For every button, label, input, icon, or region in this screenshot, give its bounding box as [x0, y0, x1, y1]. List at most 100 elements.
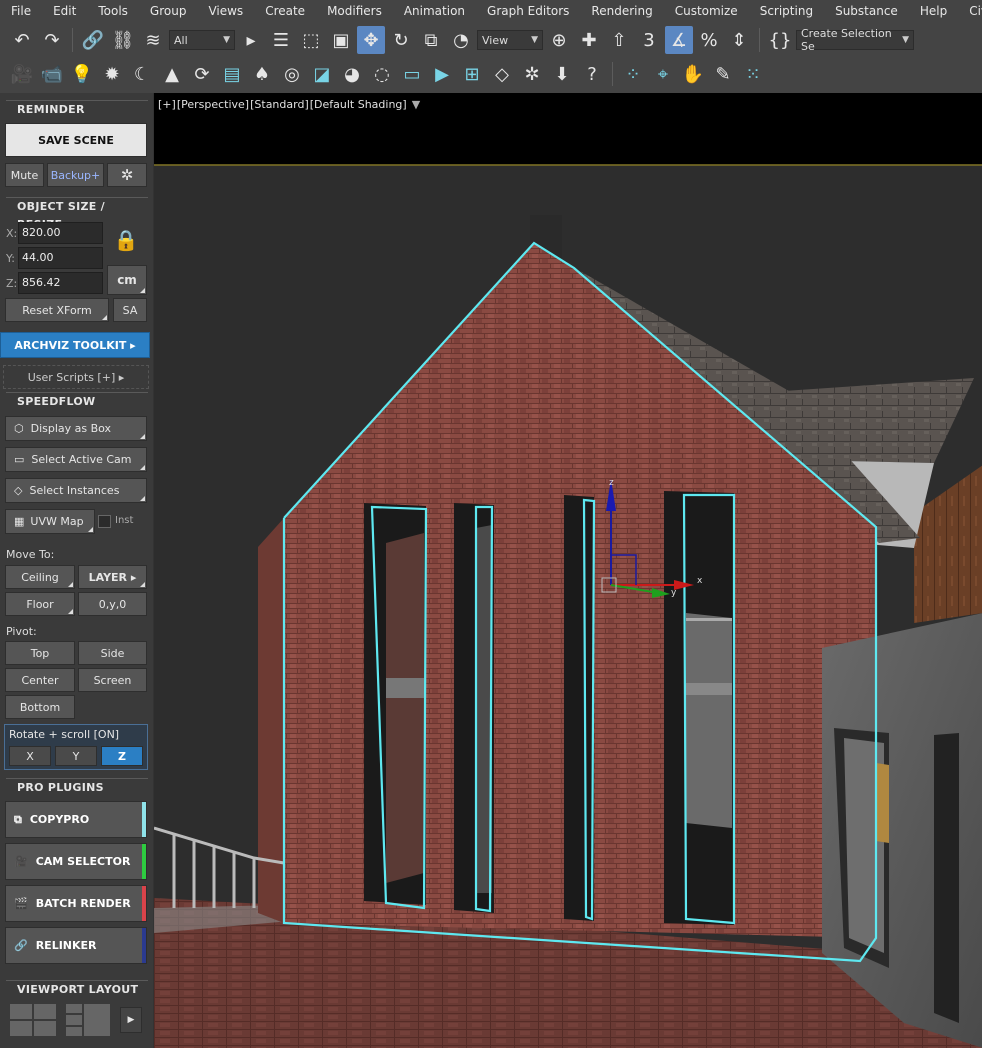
user-scripts-button[interactable]: User Scripts [+] ▸	[3, 365, 149, 389]
filter-icon[interactable]: ▼	[412, 98, 420, 111]
camera-icon[interactable]: 🎥	[8, 60, 36, 88]
viewport-menu-plus[interactable]: [+]	[158, 98, 176, 111]
ceiling-button[interactable]: Ceiling	[5, 565, 75, 589]
target-icon[interactable]: ⌖	[649, 60, 677, 88]
undo-icon[interactable]: ↶	[8, 26, 36, 54]
named-sets-icon[interactable]: {}	[766, 26, 794, 54]
download-icon[interactable]: ⬇	[548, 60, 576, 88]
brush-icon[interactable]: ✎	[709, 60, 737, 88]
percent-snap-icon[interactable]: %	[695, 26, 723, 54]
settings-gear-button[interactable]: ✲	[107, 163, 147, 187]
ring-icon[interactable]: ◎	[278, 60, 306, 88]
ref-coord-dropdown[interactable]: View ▼	[477, 30, 543, 50]
redo-icon[interactable]: ↷	[38, 26, 66, 54]
display-as-box-button[interactable]: ⬡ Display as Box	[5, 416, 147, 441]
render-camera-icon[interactable]: 📹	[38, 60, 66, 88]
menu-item-help[interactable]: Help	[909, 0, 958, 22]
menu-item-create[interactable]: Create	[254, 0, 316, 22]
viewport-point-of-view[interactable]: [Perspective]	[177, 98, 249, 111]
perspective-viewport[interactable]: z x y [+] [Perspective] [Standard] [Defa…	[153, 93, 982, 1048]
sa-button[interactable]: SA	[113, 298, 147, 322]
palette-icon[interactable]: ◕	[338, 60, 366, 88]
menu-item-animation[interactable]: Animation	[393, 0, 476, 22]
mirror-icon[interactable]: ✚	[575, 26, 603, 54]
pivot-center-button[interactable]: Center	[5, 668, 75, 692]
x-size-field[interactable]: 820.00	[18, 222, 103, 244]
frame-icon[interactable]: ▭	[398, 60, 426, 88]
fish-icon[interactable]: ◇	[488, 60, 516, 88]
menu-item-civilv[interactable]: CivilV	[958, 0, 982, 22]
select-object-icon[interactable]: ▸	[237, 26, 265, 54]
selection-filter-dropdown[interactable]: All ▼	[169, 30, 235, 50]
light-bulb-icon[interactable]: 💡	[68, 60, 96, 88]
list-icon[interactable]: ▤	[218, 60, 246, 88]
tree-icon[interactable]: ▲	[158, 60, 186, 88]
layout-more-button[interactable]: ▶	[120, 1007, 142, 1033]
menu-item-views[interactable]: Views	[197, 0, 254, 22]
menu-item-tools[interactable]: Tools	[87, 0, 139, 22]
hand-icon[interactable]: ✋	[679, 60, 707, 88]
use-pivot-icon[interactable]: ⊕	[545, 26, 573, 54]
safe-frame-icon[interactable]: ⊞	[458, 60, 486, 88]
layer-button[interactable]: LAYER ▸	[78, 565, 147, 589]
menu-item-rendering[interactable]: Rendering	[580, 0, 663, 22]
pivot-bottom-button[interactable]: Bottom	[5, 695, 75, 719]
axis-x-button[interactable]: X	[9, 746, 51, 766]
cam-selector-button[interactable]: 🎥 CAM SELECTOR	[5, 843, 147, 880]
link-icon[interactable]: 🔗	[79, 26, 107, 54]
bulb2-icon[interactable]: ◌	[368, 60, 396, 88]
menu-item-graph-editors[interactable]: Graph Editors	[476, 0, 580, 22]
move-icon[interactable]: ✥	[357, 26, 385, 54]
relinker-button[interactable]: 🔗 RELINKER	[5, 927, 147, 964]
aperture-icon[interactable]: ✲	[518, 60, 546, 88]
play-frame-icon[interactable]: ▶	[428, 60, 456, 88]
snap-toggle-icon[interactable]: 3	[635, 26, 663, 54]
scale-icon[interactable]: ⧉	[417, 26, 445, 54]
archviz-toolkit-button[interactable]: ARCHVIZ TOOLKIT ▸	[0, 332, 150, 358]
menu-item-scripting[interactable]: Scripting	[749, 0, 824, 22]
layout-four-split-button[interactable]	[10, 1004, 56, 1036]
z-size-field[interactable]: 856.42	[18, 272, 103, 294]
unit-button[interactable]: cm	[107, 265, 147, 295]
uvw-map-button[interactable]: ▦ UVW Map	[5, 509, 95, 534]
lock-proportions-button[interactable]: 🔒	[109, 225, 143, 255]
align-icon[interactable]: ⇧	[605, 26, 633, 54]
menu-item-edit[interactable]: Edit	[42, 0, 87, 22]
placement-icon[interactable]: ◔	[447, 26, 475, 54]
spinner-snap-icon[interactable]: ⇕	[725, 26, 753, 54]
menu-item-modifiers[interactable]: Modifiers	[316, 0, 393, 22]
mute-button[interactable]: Mute	[5, 163, 44, 187]
pivot-dots-icon[interactable]: ⁘	[619, 60, 647, 88]
batch-render-button[interactable]: 🎬 BATCH RENDER	[5, 885, 147, 922]
viewport-scene[interactable]: z x y	[154, 93, 982, 1048]
bind-spacewarp-icon[interactable]: ≋	[139, 26, 167, 54]
sun-icon[interactable]: ✹	[98, 60, 126, 88]
save-scene-button[interactable]: SAVE SCENE	[5, 123, 147, 157]
pivot-screen-button[interactable]: Screen	[78, 668, 147, 692]
select-active-cam-button[interactable]: ▭ Select Active Cam	[5, 447, 147, 472]
help-icon[interactable]: ?	[578, 60, 606, 88]
menu-item-file[interactable]: File	[0, 0, 42, 22]
menu-item-group[interactable]: Group	[139, 0, 198, 22]
axis-z-button[interactable]: Z	[101, 746, 143, 766]
viewport-standard[interactable]: [Standard]	[250, 98, 309, 111]
forest-icon[interactable]: ♠	[248, 60, 276, 88]
backup-button[interactable]: Backup+	[47, 163, 104, 187]
material-icon[interactable]: ◪	[308, 60, 336, 88]
grid-dots-icon[interactable]: ⁙	[739, 60, 767, 88]
pivot-side-button[interactable]: Side	[78, 641, 147, 665]
reset-xform-button[interactable]: Reset XForm	[5, 298, 109, 322]
select-by-name-icon[interactable]: ☰	[267, 26, 295, 54]
axis-y-button[interactable]: Y	[55, 746, 97, 766]
menu-item-customize[interactable]: Customize	[664, 0, 749, 22]
pivot-top-button[interactable]: Top	[5, 641, 75, 665]
select-instances-button[interactable]: ◇ Select Instances	[5, 478, 147, 503]
layout-list-split-button[interactable]	[66, 1004, 110, 1036]
rect-selection-icon[interactable]: ⬚	[297, 26, 325, 54]
menu-item-substance[interactable]: Substance	[824, 0, 909, 22]
inst-checkbox[interactable]	[98, 515, 111, 528]
zero-position-button[interactable]: 0,y,0	[78, 592, 147, 616]
viewport-shading[interactable]: [Default Shading]	[310, 98, 407, 111]
moon-icon[interactable]: ☾	[128, 60, 156, 88]
window-crossing-icon[interactable]: ▣	[327, 26, 355, 54]
